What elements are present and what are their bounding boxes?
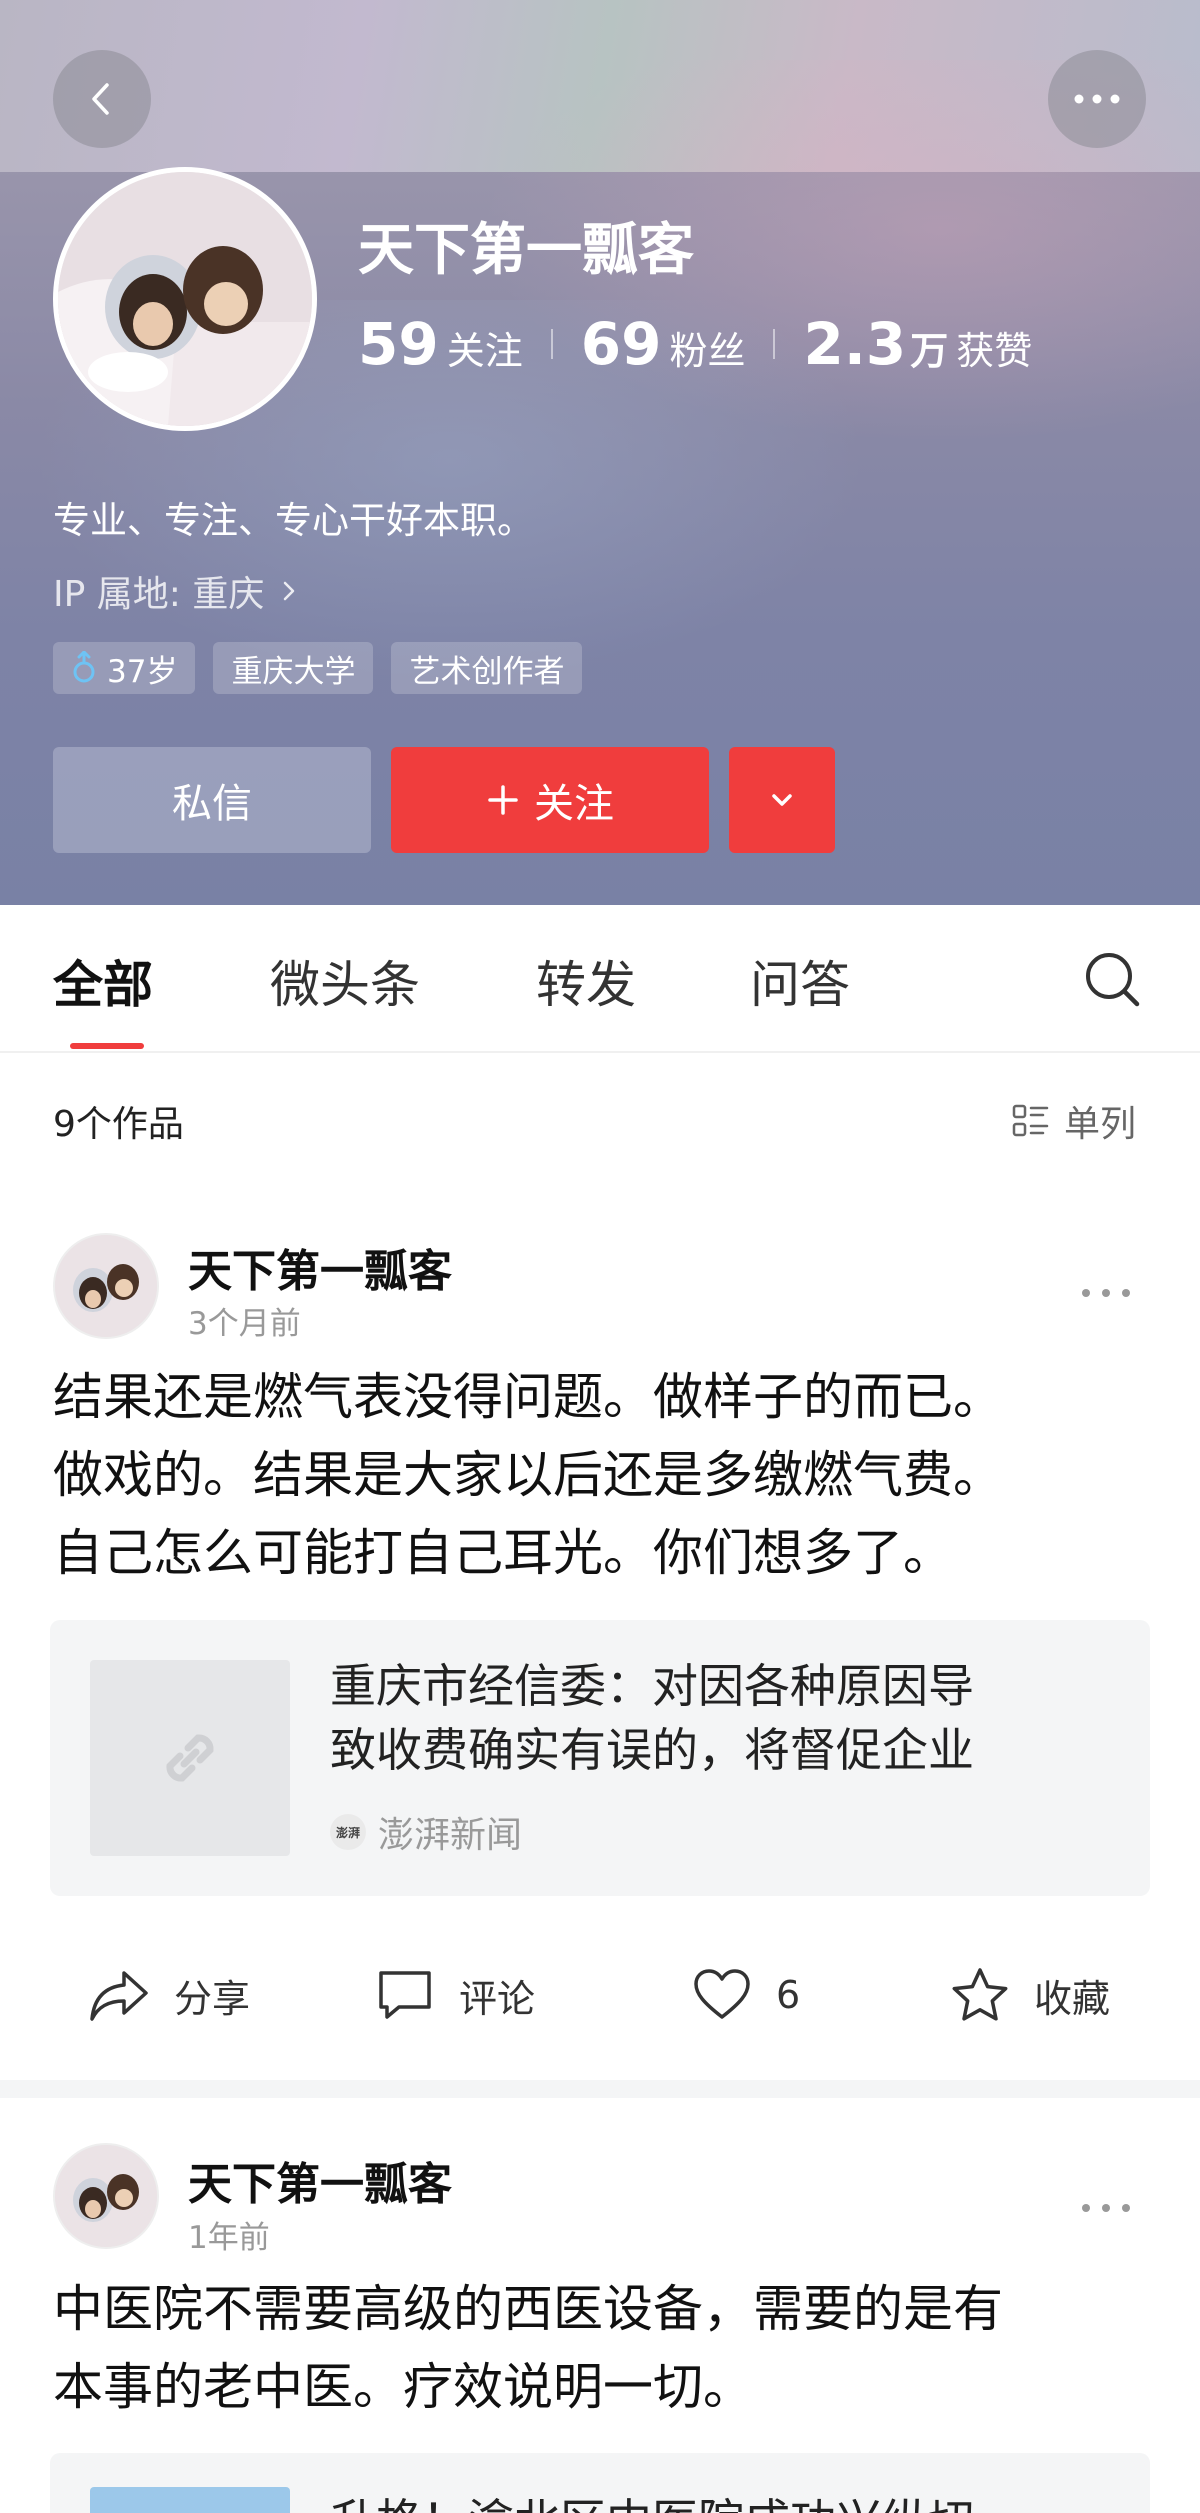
- comment-icon: [379, 1971, 431, 2019]
- post-card[interactable]: 天下第一瓢客 1年前 中医院不需要高级的西医设备，需要的是有 本事的老中医。疗效…: [0, 2098, 1200, 2513]
- back-icon: [92, 83, 109, 115]
- linked-article-card[interactable]: 重庆市经信委：对因各种原因导 致收费确实有误的，将督促企业 澎湃 澎湃新闻: [50, 1620, 1150, 1896]
- stats-divider: [550, 329, 553, 359]
- more-icon: [1074, 94, 1120, 104]
- list-view-icon: [1012, 1104, 1049, 1137]
- linked-article-card[interactable]: 升格！渝北区中医院成功兴纵切: [50, 2453, 1150, 2513]
- post-author-avatar[interactable]: [53, 1233, 159, 1339]
- content-tabs: 全部 微头条 转发 问答: [0, 905, 1200, 1053]
- followers-label[interactable]: 粉丝: [669, 320, 745, 375]
- post-card[interactable]: 天下第一瓢客 3个月前 结果还是燃气表没得问题。做样子的而已。 做戏的。结果是大…: [0, 1183, 1200, 2080]
- age-tag: 37岁: [53, 642, 196, 694]
- following-label[interactable]: 关注: [447, 320, 523, 375]
- ip-location-text: IP 属地: 重庆: [53, 574, 265, 615]
- post-author-name[interactable]: 天下第一瓢客: [188, 1235, 452, 1299]
- message-button[interactable]: 私信: [53, 747, 371, 853]
- chevron-right-icon: [284, 581, 295, 601]
- active-tab-indicator: [70, 1043, 144, 1049]
- followers-count[interactable]: 69: [581, 310, 662, 378]
- more-options-button[interactable]: [1048, 50, 1146, 148]
- following-count[interactable]: 59: [358, 310, 439, 378]
- link-icon: [166, 1734, 214, 1782]
- school-tag: 重庆大学: [213, 642, 374, 694]
- follow-button[interactable]: 关注: [391, 747, 709, 853]
- link-title: 重庆市经信委：对因各种原因导 致收费确实有误的，将督促企业: [330, 1659, 974, 1777]
- source-logo: 澎湃: [330, 1814, 366, 1850]
- tab-reposts[interactable]: 转发: [536, 945, 636, 1017]
- likes-unit: 万: [910, 329, 949, 373]
- gender-icon: [73, 651, 95, 683]
- recommend-dropdown-button[interactable]: [729, 747, 835, 853]
- comment-button[interactable]: 评论: [375, 1940, 535, 2050]
- likes-label: 获赞: [956, 329, 1033, 373]
- link-thumbnail: [90, 1660, 290, 1856]
- search-icon[interactable]: [1082, 949, 1142, 1009]
- share-button[interactable]: 分享: [88, 1940, 250, 2050]
- post-author-avatar[interactable]: [53, 2143, 159, 2249]
- post-divider: [0, 2080, 1200, 2098]
- link-thumbnail: [90, 2487, 290, 2513]
- post-author-name[interactable]: 天下第一瓢客: [188, 2148, 452, 2212]
- plus-icon: [488, 785, 518, 815]
- like-button[interactable]: 6: [692, 1940, 800, 2050]
- stats-divider: [773, 329, 776, 359]
- creator-tag: 艺术创作者: [391, 642, 583, 694]
- tab-all[interactable]: 全部: [53, 945, 153, 1017]
- back-button[interactable]: [53, 50, 151, 148]
- post-time: 1年前: [188, 2220, 270, 2256]
- view-mode-toggle[interactable]: 单列: [1012, 1095, 1136, 1147]
- view-mode-label: 单列: [1064, 1104, 1137, 1145]
- profile-tags: 37岁 重庆大学 艺术创作者: [53, 642, 583, 694]
- post-more-icon[interactable]: [1078, 1283, 1134, 1303]
- link-source: 澎湃 澎湃新闻: [330, 1806, 522, 1858]
- works-count: 9个作品: [53, 1104, 184, 1145]
- star-icon: [952, 1968, 1008, 2021]
- follow-label: 关注: [534, 781, 614, 827]
- ip-location[interactable]: IP 属地: 重庆: [53, 565, 304, 617]
- tab-qa[interactable]: 问答: [750, 945, 850, 1017]
- post-text[interactable]: 结果还是燃气表没得问题。做样子的而已。 做戏的。结果是大家以后还是多缴燃气费。 …: [53, 1358, 1153, 1592]
- chevron-down-icon: [772, 794, 792, 806]
- favorite-button[interactable]: 收藏: [950, 1940, 1110, 2050]
- link-title: 升格！渝北区中医院成功兴纵切: [330, 2489, 1110, 2513]
- profile-bio: 专业、专注、专心干好本职。: [53, 499, 534, 542]
- share-icon: [90, 1971, 148, 2021]
- post-time: 3个月前: [188, 1306, 301, 1342]
- profile-stats: 59 关注 69 粉丝 2.3 万 获赞: [358, 310, 1032, 378]
- profile-avatar[interactable]: [53, 167, 317, 431]
- profile-header: 天下第一瓢客 59 关注 69 粉丝 2.3 万 获赞 专业、专注、专心干好本职…: [0, 0, 1200, 905]
- tab-micro-headlines[interactable]: 微头条: [270, 945, 420, 1017]
- post-actions: 分享 评论 6 收藏: [0, 1940, 1200, 2050]
- works-count-bar: 9个作品 单列: [0, 1053, 1200, 1183]
- post-more-icon[interactable]: [1078, 2198, 1134, 2218]
- profile-name: 天下第一瓢客: [358, 218, 694, 283]
- likes-count: 2.3: [803, 310, 907, 378]
- like-icon: [694, 1969, 750, 2019]
- like-count: 6: [776, 1973, 801, 2017]
- post-text[interactable]: 中医院不需要高级的西医设备，需要的是有 本事的老中医。疗效说明一切。: [53, 2270, 1153, 2426]
